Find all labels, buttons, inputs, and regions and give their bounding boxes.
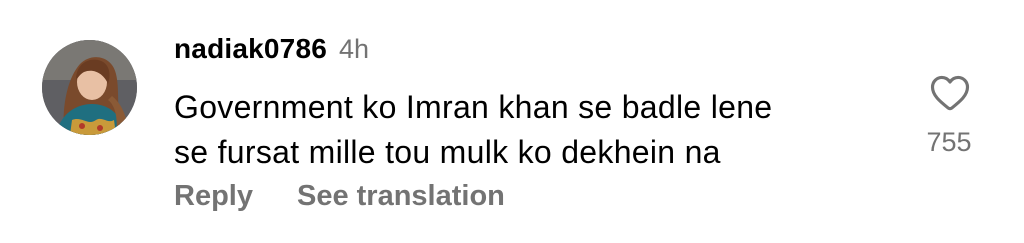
reply-button[interactable]: Reply [174,180,253,213]
avatar[interactable] [42,40,137,135]
like-section: 755 [912,72,986,162]
comment-meta: nadiak0786 4h [174,33,369,69]
comment-actions: Reply See translation [174,180,505,213]
comment-item: nadiak0786 4h Government ko Imran khan s… [0,0,1024,243]
comment-text-line: Government ko Imran khan se badle lene [174,89,773,125]
heart-outline-icon[interactable] [929,72,971,112]
avatar-image [42,40,137,135]
see-translation-button[interactable]: See translation [297,180,505,213]
comment-text-line: se fursat mille tou mulk ko dekhein na [174,134,721,170]
like-count[interactable]: 755 [912,127,986,158]
username-link[interactable]: nadiak0786 [174,33,327,65]
comment-timestamp[interactable]: 4h [339,34,369,65]
comment-text: Government ko Imran khan se badle lene s… [174,85,894,175]
